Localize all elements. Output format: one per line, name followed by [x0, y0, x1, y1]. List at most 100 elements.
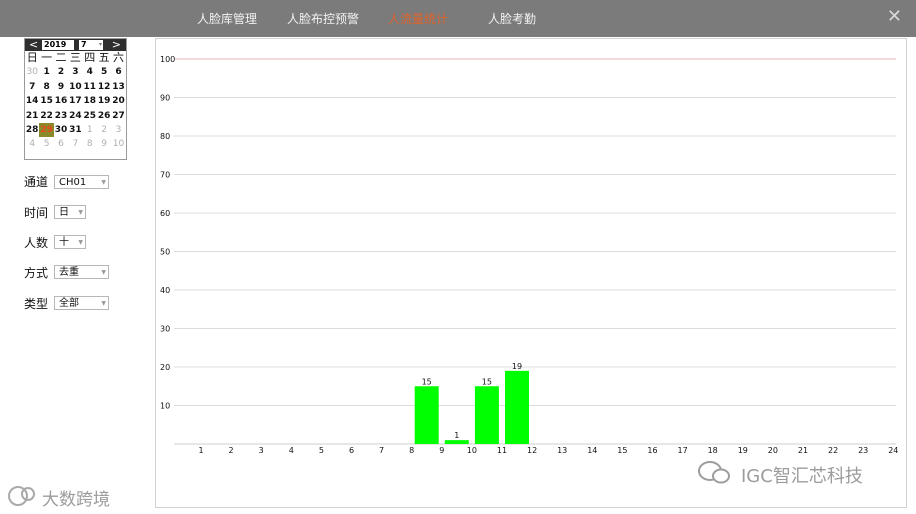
weekday-header: 一	[41, 51, 53, 64]
calendar-day[interactable]: 15	[39, 94, 53, 108]
weekday-header: 五	[98, 51, 110, 64]
calendar-grid: 日一二三四五六 30 1 2 3 4 5 6 7 8 9 10 11 12 13 14 15 16 17 18 19 20…	[25, 51, 126, 152]
x-tick-label: 19	[738, 446, 748, 455]
tab-face-attendance[interactable]: 人脸考勤	[488, 10, 536, 27]
calendar-day[interactable]: 16	[54, 94, 68, 108]
y-tick-label: 60	[160, 209, 170, 218]
calendar-day[interactable]: 9	[97, 137, 111, 151]
calendar-day[interactable]: 3	[68, 65, 82, 79]
calendar-day[interactable]: 5	[97, 65, 111, 79]
calendar-day[interactable]: 28	[25, 123, 39, 137]
prev-month-icon[interactable]: <	[29, 38, 38, 51]
x-tick-label: 5	[319, 446, 324, 455]
bar-chart: 1020304050607080901001 2 3 4 5 6 7 8 9 10 11 12 13 14…	[160, 55, 898, 455]
calendar-day[interactable]: 13	[111, 80, 125, 94]
count-select[interactable]: 十 ▼	[54, 235, 86, 249]
x-tick-label: 12	[527, 446, 537, 455]
watermark-logo-icon	[8, 486, 35, 506]
watermark-left-text: 大数跨境	[42, 490, 110, 510]
chart-panel: 10 20 30 40 50 60 70 80 90 100 1 2 3 4 5 6 7 8 9 10 11 12 13 14…	[155, 38, 907, 508]
x-tick-label: 3	[259, 446, 264, 455]
calendar-day[interactable]: 20	[111, 94, 125, 108]
calendar-day[interactable]: 2	[54, 65, 68, 79]
calendar-day[interactable]: 10	[111, 137, 125, 151]
time-value: 日	[59, 207, 69, 218]
calendar-day[interactable]: 30	[25, 65, 39, 79]
calendar-day[interactable]: 21	[25, 109, 39, 123]
weekday-header: 四	[84, 51, 96, 64]
calendar-day-selected[interactable]: 29	[39, 122, 54, 138]
x-tick-label: 18	[708, 446, 718, 455]
calendar-day[interactable]: 22	[39, 109, 53, 123]
x-tick-label: 4	[289, 446, 294, 455]
tab-people-flow[interactable]: 人流量统计	[388, 10, 448, 27]
tab-face-library[interactable]: 人脸库管理	[197, 10, 257, 27]
calendar-day[interactable]: 6	[111, 65, 125, 79]
bar	[474, 386, 499, 444]
calendar-day[interactable]: 4	[83, 65, 97, 79]
x-tick-label: 9	[439, 446, 444, 455]
x-tick-label: 13	[557, 446, 567, 455]
calendar-day[interactable]: 1	[39, 65, 53, 79]
watermark-right-text: IGC智汇芯科技	[741, 466, 863, 487]
y-tick-label: 100	[160, 55, 175, 64]
bar-value-label: 15	[422, 377, 432, 386]
month-select[interactable]: 7	[79, 40, 103, 50]
y-tick-label: 20	[160, 363, 170, 372]
x-tick-label: 11	[497, 446, 507, 455]
calendar-day[interactable]: 5	[39, 137, 53, 151]
calendar-day[interactable]: 31	[68, 123, 82, 137]
calendar-day[interactable]: 9	[54, 80, 68, 94]
calendar-day[interactable]: 8	[39, 80, 53, 94]
weekday-header: 二	[55, 51, 67, 64]
calendar-day[interactable]: 4	[25, 137, 39, 151]
calendar-day[interactable]: 2	[97, 123, 111, 137]
x-tick-label: 16	[647, 446, 657, 455]
chevron-down-icon: ▼	[101, 179, 106, 186]
calendar-day[interactable]: 19	[97, 94, 111, 108]
x-tick-label: 22	[828, 446, 838, 455]
calendar-day[interactable]: 25	[83, 109, 97, 123]
calendar-day[interactable]: 12	[97, 80, 111, 94]
calendar-day[interactable]: 18	[83, 94, 97, 108]
bar-value-label: 19	[512, 362, 522, 371]
count-value: 十	[59, 237, 69, 248]
calendar-day[interactable]: 8	[83, 137, 97, 151]
mode-select[interactable]: 去重 ▼	[54, 265, 109, 279]
calendar-day[interactable]: 24	[68, 109, 82, 123]
calendar-day[interactable]: 6	[54, 137, 68, 151]
close-icon[interactable]: ✕	[887, 6, 902, 27]
calendar-day[interactable]: 14	[25, 94, 39, 108]
calendar-day[interactable]: 7	[25, 80, 39, 94]
wechat-logo-icon	[698, 461, 730, 484]
calendar-header: < 2019 7 >	[25, 38, 126, 51]
calendar-day[interactable]: 27	[111, 109, 125, 123]
x-tick-label: 6	[349, 446, 354, 455]
calendar-day[interactable]: 3	[111, 123, 125, 137]
calendar-day[interactable]: 17	[68, 94, 82, 108]
bar	[444, 440, 469, 444]
mode-label: 方式	[24, 266, 49, 280]
calendar-day[interactable]: 23	[54, 109, 68, 123]
channel-select[interactable]: CH01 ▼	[54, 175, 109, 189]
calendar-day[interactable]: 7	[68, 137, 82, 151]
calendar-day[interactable]: 26	[97, 109, 111, 123]
x-tick-label: 1	[198, 446, 203, 455]
x-tick-label: 14	[587, 446, 597, 455]
x-tick-label: 8	[409, 446, 414, 455]
time-label: 时间	[24, 206, 49, 220]
year-input[interactable]: 2019	[42, 40, 74, 50]
calendar-day[interactable]: 10	[68, 80, 82, 94]
next-month-icon[interactable]: >	[112, 38, 121, 51]
x-tick-label: 2	[229, 446, 234, 455]
calendar-day[interactable]: 11	[83, 80, 97, 94]
y-tick-label: 30	[160, 325, 170, 334]
tab-face-alert[interactable]: 人脸布控预警	[287, 10, 359, 27]
type-select[interactable]: 全部 ▼	[54, 296, 109, 310]
calendar-day[interactable]: 30	[54, 123, 68, 137]
y-tick-label: 70	[160, 171, 170, 180]
time-select[interactable]: 日 ▼	[54, 205, 86, 219]
x-tick-label: 15	[617, 446, 627, 455]
y-tick-label: 40	[160, 286, 170, 295]
calendar-day[interactable]: 1	[83, 123, 97, 137]
